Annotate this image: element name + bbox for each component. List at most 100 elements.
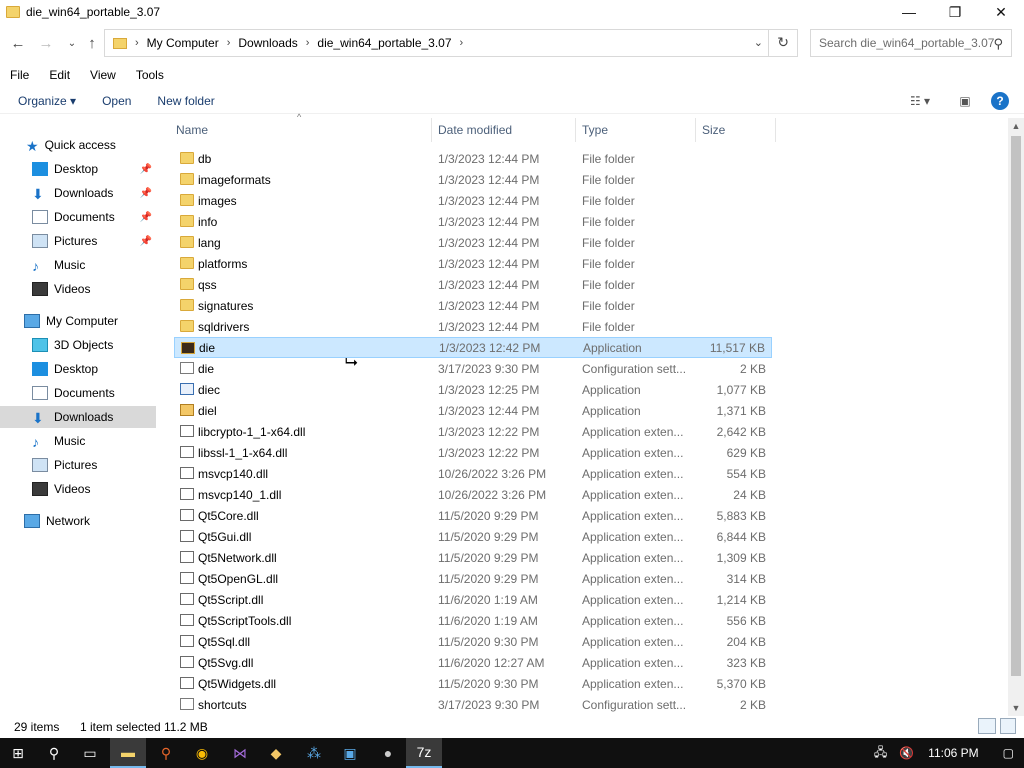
nav-quick-access[interactable]: ★ Quick access	[0, 134, 156, 156]
breadcrumb-current-folder[interactable]: die_win64_portable_3.07	[317, 36, 451, 50]
help-icon[interactable]: ?	[991, 92, 1009, 110]
nav-downloads-2[interactable]: ⬇ Downloads	[0, 406, 156, 428]
nav-network[interactable]: Network	[0, 510, 156, 532]
chevron-down-icon[interactable]: ⌄	[754, 36, 763, 49]
nav-documents[interactable]: Documents 📌	[0, 206, 156, 228]
file-row[interactable]: diec 1/3/2023 12:25 PM Application 1,077 KB	[174, 379, 772, 400]
nav-documents-2[interactable]: Documents	[0, 382, 156, 404]
file-row[interactable]: Qt5OpenGL.dll 11/5/2020 9:29 PM Applicatio…	[174, 568, 772, 589]
scroll-down-icon[interactable]: ▼	[1008, 700, 1024, 716]
breadcrumb-separator[interactable]: ›	[227, 37, 231, 49]
file-row[interactable]: Qt5Widgets.dll 11/5/2020 9:30 PM Applicati…	[174, 673, 772, 694]
nav-desktop[interactable]: Desktop 📌	[0, 158, 156, 180]
file-row[interactable]: Qt5Sql.dll 11/5/2020 9:30 PM Application e…	[174, 631, 772, 652]
address-bar[interactable]: › My Computer › Downloads › die_win64_po…	[104, 29, 798, 57]
nav-my-computer[interactable]: My Computer	[0, 310, 156, 332]
column-type[interactable]: Type	[576, 118, 696, 142]
breadcrumb-separator[interactable]: ›	[135, 37, 139, 49]
file-row[interactable]: Qt5Svg.dll 11/6/2020 12:27 AM Application …	[174, 652, 772, 673]
notifications-icon[interactable]: ▢	[1003, 746, 1014, 760]
minimize-button[interactable]: —	[886, 0, 932, 24]
file-row[interactable]: info 1/3/2023 12:44 PM File folder	[174, 211, 772, 232]
search-input[interactable]: Search die_win64_portable_3.07 ⚲	[810, 29, 1012, 57]
open-button[interactable]: Open	[94, 94, 139, 108]
refresh-icon[interactable]: ↻	[777, 34, 789, 51]
breadcrumb-separator[interactable]: ›	[306, 37, 310, 49]
recent-locations-chevron-icon[interactable]: ⌄	[62, 32, 82, 54]
file-row[interactable]: die 3/17/2023 9:30 PM Configuration sett..…	[174, 358, 772, 379]
visual-studio-icon[interactable]: ⋈	[222, 738, 258, 768]
scroll-up-icon[interactable]: ▲	[1008, 118, 1024, 134]
view-options-icon[interactable]: ☷ ▾	[900, 92, 940, 110]
new-folder-button[interactable]: New folder	[149, 94, 222, 108]
nav-music-2[interactable]: ♪ Music	[0, 430, 156, 452]
nav-pictures-2[interactable]: Pictures	[0, 454, 156, 476]
menu-edit[interactable]: Edit	[39, 68, 80, 82]
file-row[interactable]: Qt5ScriptTools.dll 11/6/2020 1:19 AM Appli…	[174, 610, 772, 631]
start-windows-icon[interactable]: ⊞	[0, 738, 36, 768]
column-size[interactable]: Size	[696, 118, 776, 142]
nav-pictures[interactable]: Pictures 📌	[0, 230, 156, 252]
maximize-button[interactable]: ❐	[932, 0, 978, 24]
file-row[interactable]: images 1/3/2023 12:44 PM File folder	[174, 190, 772, 211]
file-row[interactable]: lang 1/3/2023 12:44 PM File folder	[174, 232, 772, 253]
file-row[interactable]: Qt5Network.dll 11/5/2020 9:29 PM Applicati…	[174, 547, 772, 568]
disc-app-icon[interactable]: ●	[370, 738, 406, 768]
nav-videos[interactable]: Videos	[0, 278, 156, 300]
7zip-icon[interactable]: 7z	[406, 738, 442, 768]
file-row[interactable]: msvcp140.dll 10/26/2022 3:26 PM Applicatio…	[174, 463, 772, 484]
breadcrumb-downloads[interactable]: Downloads	[238, 36, 297, 50]
file-explorer-icon[interactable]: ▬	[110, 738, 146, 768]
diel-app-icon[interactable]: ◆	[258, 738, 294, 768]
nav-desktop-2[interactable]: Desktop	[0, 358, 156, 380]
breadcrumb-separator[interactable]: ›	[460, 37, 464, 49]
column-date-modified[interactable]: Date modified	[432, 118, 576, 142]
monitor-app-icon[interactable]: ▣	[332, 738, 368, 768]
file-row[interactable]: diel 1/3/2023 12:44 PM Application 1,371 KB	[174, 400, 772, 421]
clock[interactable]: 11:06 PM	[928, 746, 978, 760]
menu-file[interactable]: File	[0, 68, 39, 82]
file-row[interactable]: msvcp140_1.dll 10/26/2022 3:26 PM Applicat…	[174, 484, 772, 505]
close-button[interactable]: ✕	[978, 0, 1024, 24]
nav-videos-2[interactable]: Videos	[0, 478, 156, 500]
preview-pane-icon[interactable]: ▣	[956, 92, 974, 110]
file-row[interactable]: sqldrivers 1/3/2023 12:44 PM File folder	[174, 316, 772, 337]
search-icon[interactable]: ⚲	[36, 738, 72, 768]
scrollbar-thumb[interactable]	[1011, 136, 1021, 676]
nav-music[interactable]: ♪ Music	[0, 254, 156, 276]
file-row[interactable]: db 1/3/2023 12:44 PM File folder	[174, 148, 772, 169]
file-row[interactable]: die 1/3/2023 12:42 PM Application 11,517 KB	[174, 337, 772, 358]
search-tool-icon[interactable]: ⚲	[148, 738, 184, 768]
details-view-icon[interactable]	[978, 718, 996, 734]
file-row[interactable]: imageformats 1/3/2023 12:44 PM File folder	[174, 169, 772, 190]
file-row[interactable]: libssl-1_1-x64.dll 1/3/2023 12:22 PM Appli…	[174, 442, 772, 463]
network-tray-icon[interactable]: 🖧	[874, 743, 887, 764]
busy-cursor-icon: ⮡	[345, 354, 358, 371]
file-row[interactable]: platforms 1/3/2023 12:44 PM File folder	[174, 253, 772, 274]
forward-arrow-icon[interactable]: →	[36, 32, 56, 54]
file-row[interactable]: shortcuts 3/17/2023 9:30 PM Configuration …	[174, 694, 772, 715]
back-arrow-icon[interactable]: ←	[8, 32, 28, 54]
task-view-icon[interactable]: ▭	[72, 738, 108, 768]
file-row[interactable]: Qt5Gui.dll 11/5/2020 9:29 PM Application e…	[174, 526, 772, 547]
file-row[interactable]: libcrypto-1_1-x64.dll 1/3/2023 12:22 PM Ap…	[174, 421, 772, 442]
volume-muted-icon[interactable]: 🔇	[899, 746, 914, 760]
pin-icon: 📌	[139, 187, 152, 199]
chrome-icon[interactable]: ◉	[184, 738, 220, 768]
file-row[interactable]: signatures 1/3/2023 12:44 PM File folder	[174, 295, 772, 316]
file-row[interactable]: Qt5Core.dll 11/5/2020 9:29 PM Application …	[174, 505, 772, 526]
menu-tools[interactable]: Tools	[126, 68, 174, 82]
organize-button[interactable]: Organize ▾	[10, 94, 84, 108]
dll-file-icon	[180, 530, 194, 542]
menu-view[interactable]: View	[80, 68, 126, 82]
vertical-scrollbar[interactable]: ▲ ▼	[1008, 118, 1024, 716]
file-row[interactable]: qss 1/3/2023 12:44 PM File folder	[174, 274, 772, 295]
large-icons-view-icon[interactable]	[1000, 718, 1016, 734]
nav-3d-objects[interactable]: 3D Objects	[0, 334, 156, 356]
network-tool-icon[interactable]: ⁂	[296, 738, 332, 768]
breadcrumb-my-computer[interactable]: My Computer	[147, 36, 219, 50]
file-row[interactable]: Qt5Script.dll 11/6/2020 1:19 AM Applicatio…	[174, 589, 772, 610]
nav-downloads[interactable]: ⬇ Downloads 📌	[0, 182, 156, 204]
up-arrow-icon[interactable]: ↑	[82, 32, 102, 54]
file-date-modified: 10/26/2022 3:26 PM	[438, 466, 547, 481]
